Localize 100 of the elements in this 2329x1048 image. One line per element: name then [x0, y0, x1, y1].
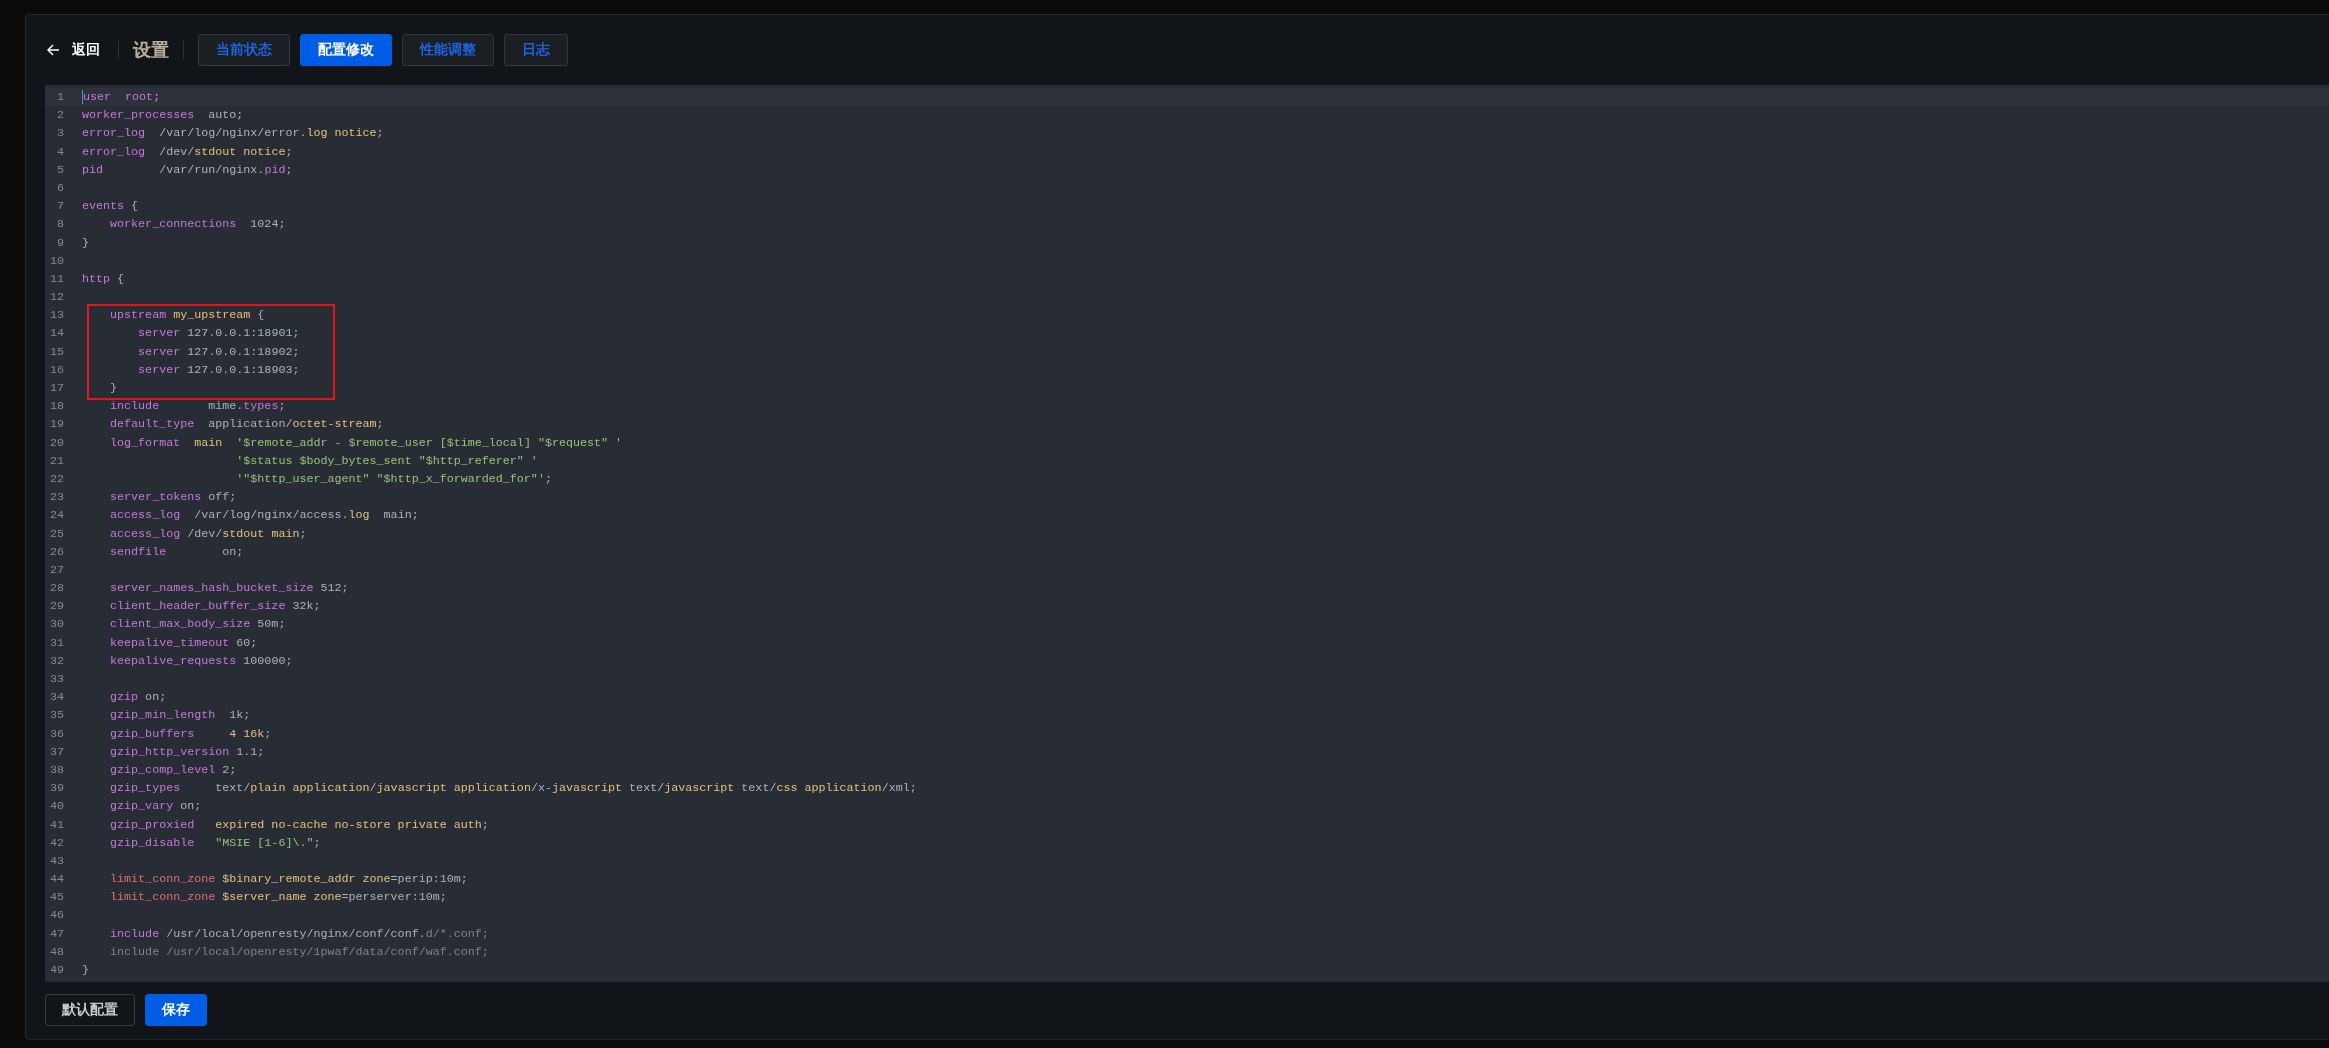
- line-number: 14: [48, 325, 65, 343]
- code-line: include /usr/local/openresty/1pwaf/data/conf/waf.conf;: [109, 943, 489, 961]
- code-line: server_names_hash_bucket_size 512;: [109, 580, 349, 598]
- back-link[interactable]: 返回: [45, 41, 104, 59]
- code-line: client_max_body_size 50m;: [109, 616, 286, 634]
- code-line: gzip_types text/plain application/javascript application/x-javascript text/javascript text/css application/xml;: [109, 780, 917, 798]
- text-cursor: [82, 89, 83, 104]
- code-line: log_format main '$remote_addr - $remote_user [$time_local] "$request" ': [109, 434, 623, 452]
- code-line: default_type application/octet-stream;: [109, 416, 384, 434]
- code-line: limit_conn_zone $binary_remote_addr zone=perip:10m;: [109, 871, 468, 889]
- line-number: 48: [48, 943, 65, 961]
- code-line: gzip_vary on;: [109, 798, 202, 816]
- code-line: upstream my_upstream {: [109, 307, 265, 325]
- line-number: 44: [48, 871, 65, 889]
- code-line: client_header_buffer_size 32k;: [109, 598, 321, 616]
- line-number: 42: [48, 834, 65, 852]
- code-line: error_log /dev/stdout notice;: [82, 143, 293, 161]
- line-number: 8: [56, 216, 65, 234]
- code-line: http {: [82, 270, 125, 288]
- line-number: 4: [56, 143, 65, 161]
- code-line: keepalive_timeout 60;: [109, 634, 258, 652]
- line-number: 41: [48, 816, 65, 834]
- code-line: server 127.0.0.1:18901;: [137, 325, 300, 343]
- code-line: limit_conn_zone $server_name zone=perserver:10m;: [109, 889, 447, 907]
- line-number: 22: [48, 470, 65, 488]
- code-line: server 127.0.0.1:18902;: [137, 343, 300, 361]
- line-number: 30: [48, 616, 65, 634]
- line-number: 49: [48, 962, 65, 979]
- line-number: 23: [48, 489, 65, 507]
- code-line: include /usr/local/openresty/nginx/conf/conf.d/*.conf;: [109, 925, 489, 943]
- code-line: pid /var/run/nginx.pid;: [82, 161, 293, 179]
- code-line: gzip_buffers 4 16k;: [109, 725, 272, 743]
- line-number: 45: [48, 889, 65, 907]
- line-number: 34: [48, 689, 65, 707]
- line-number: 3: [56, 125, 65, 143]
- line-number: 29: [48, 598, 65, 616]
- code-line: access_log /dev/stdout main;: [109, 525, 307, 543]
- line-number: 21: [48, 452, 65, 470]
- code-line: gzip_comp_level 2;: [109, 761, 237, 779]
- tab[interactable]: 性能调整: [402, 34, 494, 66]
- code-line: keepalive_requests 100000;: [109, 652, 293, 670]
- line-number: 11: [48, 270, 65, 288]
- code-line: }: [109, 380, 118, 397]
- line-number: 47: [48, 925, 65, 943]
- code-editor[interactable]: [45, 85, 2329, 982]
- line-number: 37: [48, 743, 65, 761]
- code-line: events {: [82, 198, 139, 216]
- line-number: 27: [48, 561, 65, 579]
- line-number: 19: [48, 416, 65, 434]
- line-number: 36: [48, 725, 65, 743]
- line-number: 46: [48, 907, 65, 925]
- arrow-left-icon: [47, 44, 60, 56]
- code-line: worker_connections 1024;: [109, 216, 286, 234]
- code-line: '"$http_user_agent" "$http_x_forwarded_for"';: [235, 470, 552, 488]
- line-number: 9: [56, 234, 65, 252]
- line-number: 25: [48, 525, 65, 543]
- line-number: 26: [48, 543, 65, 561]
- line-number: 33: [48, 671, 65, 688]
- line-number: 10: [48, 252, 65, 270]
- code-line: }: [82, 962, 89, 979]
- tab[interactable]: 当前状态: [198, 34, 290, 66]
- line-number: 18: [48, 398, 65, 416]
- code-line: error_log /var/log/nginx/error.log notice;: [82, 125, 384, 143]
- code-line: access_log /var/log/nginx/access.log main;: [109, 507, 419, 525]
- tab[interactable]: 日志: [504, 34, 568, 66]
- tab[interactable]: 配置修改: [300, 34, 392, 66]
- line-number: 35: [48, 707, 65, 725]
- code-line: gzip on;: [109, 689, 167, 707]
- line-number: 1: [56, 89, 65, 106]
- code-line: include mime.types;: [109, 398, 286, 416]
- line-number: 32: [48, 652, 65, 670]
- line-number: 17: [48, 380, 65, 397]
- code-line: user root;: [82, 88, 161, 106]
- line-number: 24: [48, 507, 65, 525]
- line-number: 38: [48, 761, 65, 779]
- code-line: sendfile on;: [109, 543, 244, 561]
- line-number: 7: [56, 198, 65, 216]
- line-number: 12: [48, 289, 65, 307]
- code-line: }: [82, 234, 89, 252]
- line-number: 31: [48, 634, 65, 652]
- line-number: 39: [48, 780, 65, 798]
- code-line: server_tokens off;: [109, 489, 237, 507]
- line-number: 15: [48, 343, 65, 361]
- default-config-button[interactable]: 默认配置: [45, 994, 135, 1026]
- line-number: 2: [56, 107, 65, 125]
- save-button[interactable]: 保存: [145, 994, 207, 1026]
- code-line: gzip_proxied expired no-cache no-store private auth;: [109, 816, 489, 834]
- page-title: 设置: [133, 38, 169, 62]
- line-number: 6: [56, 179, 65, 197]
- line-number: 13: [48, 307, 65, 325]
- line-number: 40: [48, 798, 65, 816]
- line-number: 43: [48, 852, 65, 870]
- code-line: '$status $body_bytes_sent "$http_referer" ': [235, 452, 538, 470]
- line-number: 28: [48, 580, 65, 598]
- code-line: gzip_disable "MSIE [1-6]\.";: [109, 834, 321, 852]
- code-line: gzip_min_length 1k;: [109, 707, 251, 725]
- line-number: 5: [56, 161, 65, 179]
- code-line: server 127.0.0.1:18903;: [137, 361, 300, 379]
- line-number: 16: [48, 361, 65, 379]
- line-number: 20: [48, 434, 65, 452]
